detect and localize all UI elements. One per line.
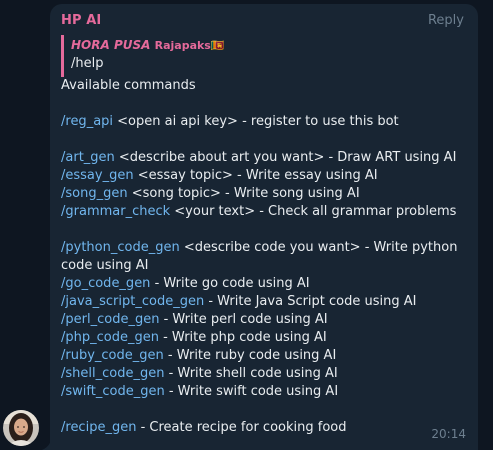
command-link-song-gen[interactable]: /song_gen [61, 186, 128, 201]
avatar-photo-icon [3, 410, 39, 446]
command-line-swift-code-gen: /swift_code_gen - Write swift code using… [61, 383, 466, 401]
reply-button[interactable]: Reply [428, 13, 464, 28]
command-line-go-code-gen: /go_code_gen - Write go code using AI [61, 275, 466, 293]
heading: Available commands [61, 78, 196, 93]
command-line-java-script-code-gen: /java_script_code_gen - Write Java Scrip… [61, 293, 466, 311]
command-desc: - Write go code using AI [150, 276, 310, 291]
command-link-grammar-check[interactable]: /grammar_check [61, 204, 170, 219]
command-desc: <essay topic> - Write essay using AI [133, 168, 378, 183]
message-timestamp: 20:14 [431, 427, 466, 441]
command-desc: <open ai api key> - register to use this… [113, 114, 399, 129]
quote-author: HORA PUSA Rajapaks🇱🇰 [71, 36, 421, 55]
command-line-python-code-gen: /python_code_gen <describe code you want… [61, 239, 466, 275]
command-line-shell-code-gen: /shell_code_gen - Write shell code using… [61, 365, 466, 383]
command-desc: <song topic> - Write song using AI [127, 186, 360, 201]
command-link-swift-code-gen[interactable]: /swift_code_gen [61, 384, 165, 399]
message-bubble[interactable]: HP AI Reply HORA PUSA Rajapaks🇱🇰 /help A… [50, 4, 478, 450]
command-line-php-code-gen: /php_code_gen - Write php code using AI [61, 329, 466, 347]
command-link-art-gen[interactable]: /art_gen [61, 150, 115, 165]
command-line-perl-code-gen: /perl_code_gen - Write perl code using A… [61, 311, 466, 329]
command-desc: - Write ruby code using AI [163, 348, 337, 363]
command-link-perl-code-gen[interactable]: /perl_code_gen [61, 312, 159, 327]
command-link-python-code-gen[interactable]: /python_code_gen [61, 240, 180, 255]
command-desc: - Write swift code using AI [164, 384, 339, 399]
command-line-song-gen: /song_gen <song topic> - Write song usin… [61, 185, 466, 203]
command-line-art-gen: /art_gen <describe about art you want> -… [61, 149, 466, 167]
command-line-grammar-check: /grammar_check <your text> - Check all g… [61, 203, 466, 221]
command-link-java-script-code-gen[interactable]: /java_script_code_gen [61, 294, 204, 309]
command-link-shell-code-gen[interactable]: /shell_code_gen [61, 366, 164, 381]
command-link-essay-gen[interactable]: /essay_gen [61, 168, 134, 183]
command-line-recipe-gen: /recipe_gen - Create recipe for cooking … [61, 419, 466, 437]
message-text: Available commands /reg_api <open ai api… [61, 77, 466, 437]
command-desc: <describe about art you want> - Draw ART… [114, 150, 457, 165]
sender-name[interactable]: HP AI [61, 13, 101, 28]
command-desc: - Write php code using AI [158, 330, 327, 345]
command-desc: - Write Java Script code using AI [204, 294, 417, 309]
sender-avatar[interactable] [3, 410, 39, 446]
command-link-go-code-gen[interactable]: /go_code_gen [61, 276, 150, 291]
command-line-essay-gen: /essay_gen <essay topic> - Write essay u… [61, 167, 466, 185]
quote-author-name: HORA PUSA [71, 38, 151, 52]
command-line-ruby-code-gen: /ruby_code_gen - Write ruby code using A… [61, 347, 466, 365]
command-line-reg-api: /reg_api <open ai api key> - register to… [61, 113, 466, 131]
command-desc: - Write shell code using AI [164, 366, 338, 381]
command-link-reg-api[interactable]: /reg_api [61, 114, 113, 129]
command-link-ruby-code-gen[interactable]: /ruby_code_gen [61, 348, 164, 363]
command-desc: - Write perl code using AI [159, 312, 328, 327]
command-desc: - Create recipe for cooking food [136, 420, 347, 435]
quote-text: /help [71, 56, 104, 71]
quoted-message[interactable]: HORA PUSA Rajapaks🇱🇰 /help [61, 35, 421, 77]
command-link-recipe-gen[interactable]: /recipe_gen [61, 420, 136, 435]
command-link-php-code-gen[interactable]: /php_code_gen [61, 330, 159, 345]
command-desc: <your text> - Check all grammar problems [170, 204, 457, 219]
quote-author-suffix: Rajapaks🇱🇰 [154, 39, 225, 52]
